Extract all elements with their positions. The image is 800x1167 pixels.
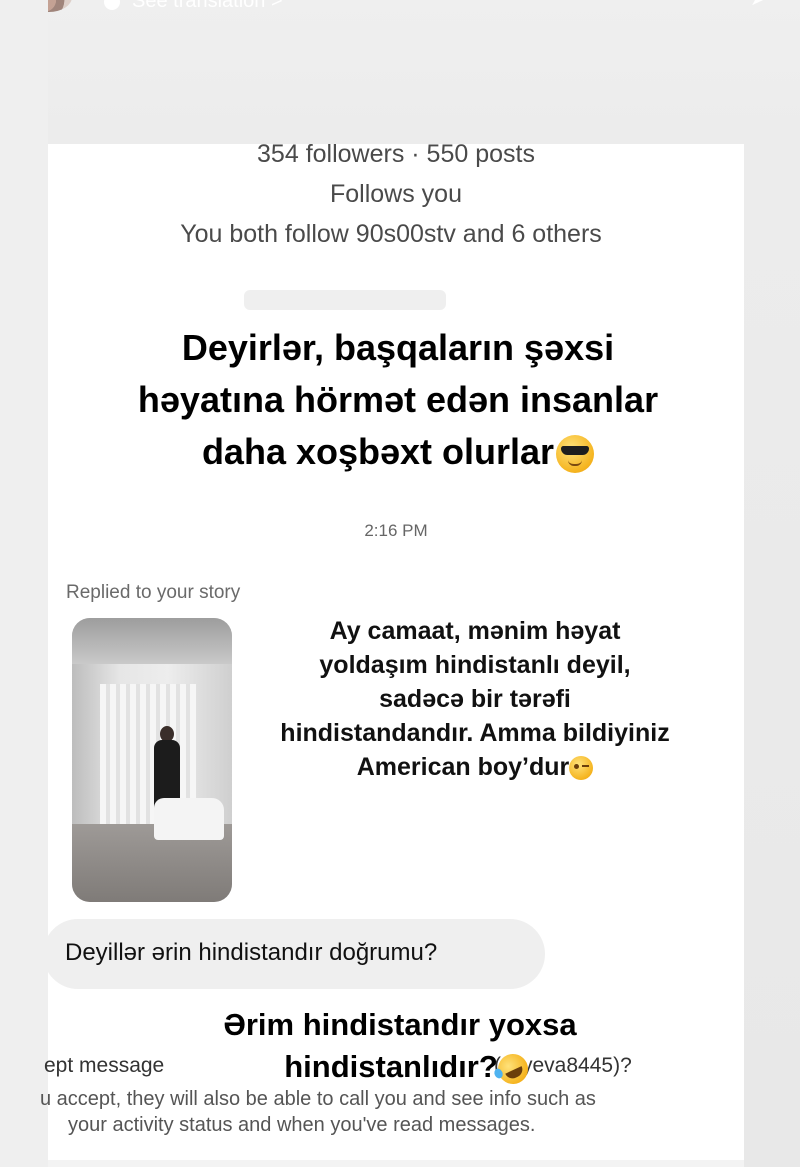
- translate-icon: [104, 0, 120, 10]
- story-caption-bottom: Ərim hindistandır yoxsa hindistanlıdır?: [100, 1004, 700, 1089]
- thumbnail-bed: [154, 798, 224, 840]
- left-margin: [0, 0, 48, 1167]
- story-caption-bottom-line2-wrap: hindistanlıdır?: [284, 1046, 533, 1089]
- story-top-bar: See translation > ➤: [0, 0, 800, 20]
- story-caption-top: Deyirlər, başqaların şəxsi həyatına hörm…: [108, 322, 688, 478]
- bottom-strip: [48, 1160, 744, 1167]
- accept-info-line1: u accept, they will also be able to call…: [40, 1088, 596, 1110]
- story-reply-overlay-text: Ay camaat, mənim həyat yoldaşım hindista…: [280, 614, 670, 784]
- message-timestamp: 2:16 PM: [364, 524, 428, 538]
- story-screen: See translation > ➤ 354 followers · 550 …: [0, 0, 800, 1167]
- send-icon[interactable]: ➤: [750, 0, 778, 10]
- view-profile-button[interactable]: [244, 290, 446, 310]
- replied-story-thumbnail[interactable]: [72, 618, 232, 902]
- accept-info-text: u accept, they will also be able to call…: [40, 1086, 720, 1138]
- accept-info-line2: your activity status and when you've rea…: [68, 1114, 536, 1136]
- follows-you-label: Follows you: [330, 180, 462, 208]
- story-caption-bottom-line2: hindistanlıdır?: [284, 1049, 498, 1084]
- wink-emoji-icon: [569, 756, 594, 781]
- see-translation-link[interactable]: See translation >: [104, 0, 283, 13]
- story-reply-text: Ay camaat, mənim həyat yoldaşım hindista…: [280, 617, 670, 781]
- replied-to-story-label: Replied to your story: [66, 582, 241, 603]
- profile-stats: 354 followers · 550 posts: [257, 140, 535, 168]
- story-caption-bottom-line1: Ərim hindistandır yoxsa: [223, 1007, 577, 1042]
- message-text: Deyillər ərin hindistandır doğrumu?: [65, 939, 438, 966]
- sunglasses-emoji-icon: [556, 435, 595, 474]
- see-translation-label: See translation >: [132, 0, 283, 12]
- mutual-follows: You both follow 90s00stv and 6 others: [180, 220, 602, 248]
- rofl-emoji-icon: [492, 1048, 533, 1089]
- thumbnail-ceiling: [72, 618, 232, 664]
- message-bubble[interactable]: Deyillər ərin hindistandır doğrumu?: [43, 919, 545, 989]
